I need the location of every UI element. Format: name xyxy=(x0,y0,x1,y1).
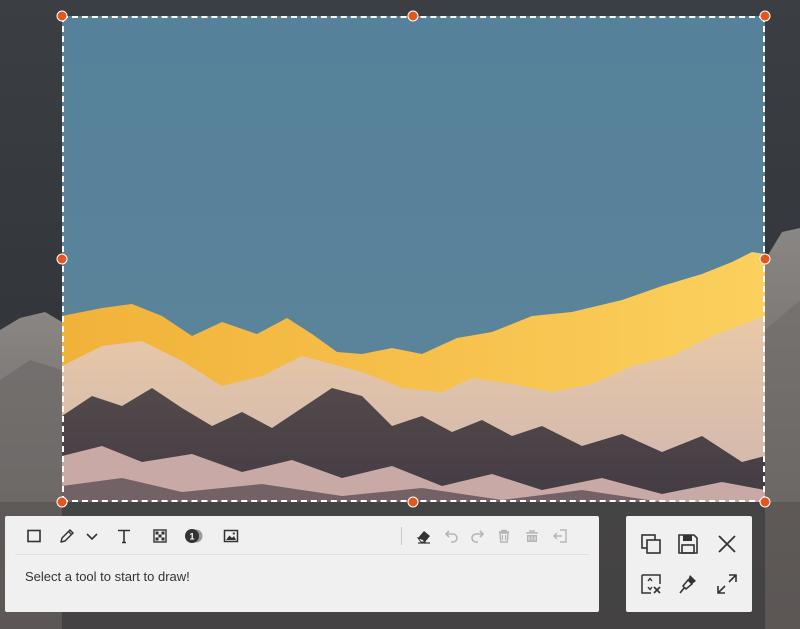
resize-handle-right[interactable] xyxy=(759,253,771,265)
mosaic-icon xyxy=(153,529,167,543)
pen-tool-button[interactable] xyxy=(56,525,78,547)
pin-button[interactable] xyxy=(675,571,701,597)
eraser-icon xyxy=(416,531,430,544)
resize-icon xyxy=(641,574,661,594)
text-icon xyxy=(118,529,130,544)
eraser-tool-button[interactable] xyxy=(413,525,435,547)
rectangle-tool-button[interactable] xyxy=(23,525,45,547)
step-number-icon: 1 xyxy=(185,529,203,543)
pen-icon xyxy=(60,529,74,543)
resize-handle-bottom-left[interactable] xyxy=(56,496,68,508)
step-number-label: 1 xyxy=(189,531,194,541)
resize-handle-bottom-right[interactable] xyxy=(759,496,771,508)
pin-icon xyxy=(679,575,696,594)
mosaic-tool-button[interactable] xyxy=(149,525,171,547)
rectangle-icon xyxy=(27,529,41,543)
close-icon xyxy=(718,535,736,553)
resize-handle-top-left[interactable] xyxy=(56,10,68,22)
step-number-tool-button[interactable]: 1 xyxy=(183,525,205,547)
exit-drawing-button[interactable] xyxy=(549,525,571,547)
resize-handle-bottom[interactable] xyxy=(407,496,419,508)
fullscreen-icon xyxy=(717,574,737,594)
clear-all-icon xyxy=(526,530,538,542)
toolbar-divider xyxy=(15,554,589,555)
exit-icon xyxy=(553,529,567,543)
save-button[interactable] xyxy=(675,531,701,557)
resize-handle-top-right[interactable] xyxy=(759,10,771,22)
action-panel xyxy=(626,516,752,612)
resize-button[interactable] xyxy=(638,571,664,597)
redo-icon xyxy=(471,530,485,543)
tool-row: 1 xyxy=(5,516,599,556)
undo-button[interactable] xyxy=(441,525,463,547)
resize-handle-left[interactable] xyxy=(56,253,68,265)
image-tool-button[interactable] xyxy=(220,525,242,547)
selection-region[interactable] xyxy=(62,16,765,502)
copy-icon xyxy=(641,534,661,554)
save-icon xyxy=(678,534,698,554)
tool-hint-text: Select a tool to start to draw! xyxy=(25,569,190,584)
copy-button[interactable] xyxy=(638,531,664,557)
toolbar-separator xyxy=(401,527,402,545)
close-button[interactable] xyxy=(714,531,740,557)
image-icon xyxy=(223,529,239,543)
delete-icon xyxy=(499,529,509,543)
undo-icon xyxy=(444,530,458,543)
clear-all-button[interactable] xyxy=(521,525,543,547)
fullscreen-button[interactable] xyxy=(714,571,740,597)
pen-options-dropdown[interactable] xyxy=(85,525,99,547)
resize-handle-top[interactable] xyxy=(407,10,419,22)
drawing-toolbar: 1 Select a tool to start to draw! xyxy=(5,516,599,612)
delete-button[interactable] xyxy=(493,525,515,547)
text-tool-button[interactable] xyxy=(113,525,135,547)
redo-button[interactable] xyxy=(466,525,488,547)
chevron-down-icon xyxy=(86,533,98,541)
